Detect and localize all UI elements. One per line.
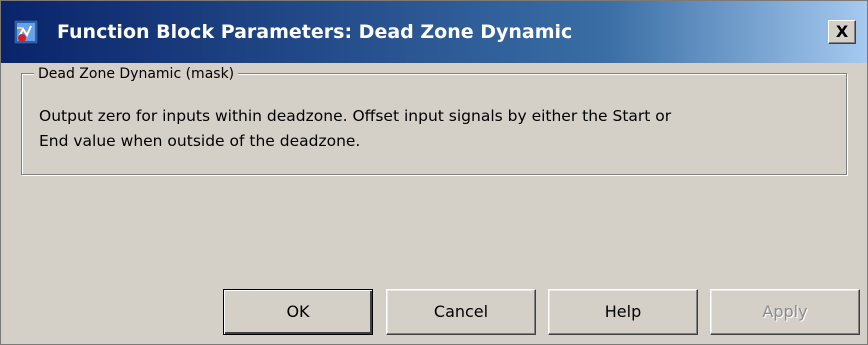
help-button[interactable]: Help (548, 289, 698, 335)
group-legend: Dead Zone Dynamic (mask) (34, 64, 239, 84)
close-icon: X (835, 22, 849, 41)
apply-button[interactable]: Apply (710, 289, 860, 335)
description-line-2: End value when outside of the deadzone. (39, 132, 361, 150)
mask-description: Output zero for inputs within deadzone. … (39, 104, 839, 154)
close-button[interactable]: X (828, 20, 856, 44)
simulink-block-icon (13, 19, 39, 45)
window-title: Function Block Parameters: Dead Zone Dyn… (57, 21, 573, 43)
dialog-window: Function Block Parameters: Dead Zone Dyn… (0, 0, 868, 345)
description-line-1: Output zero for inputs within deadzone. … (39, 107, 672, 125)
cancel-button[interactable]: Cancel (386, 289, 536, 335)
title-bar[interactable]: Function Block Parameters: Dead Zone Dyn… (1, 1, 867, 63)
ok-button[interactable]: OK (223, 289, 373, 335)
